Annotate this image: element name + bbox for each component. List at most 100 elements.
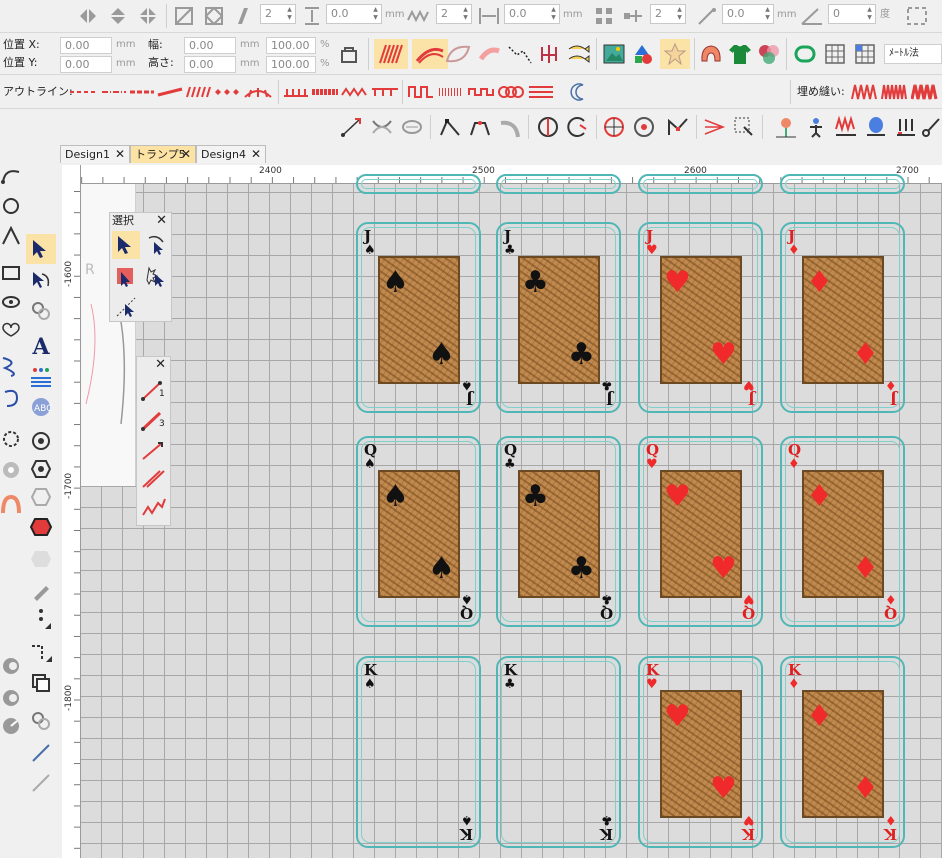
scroll-shape-icon[interactable] bbox=[0, 651, 22, 681]
blanket-stitch-icon[interactable] bbox=[282, 81, 310, 103]
mirror-both-icon[interactable] bbox=[136, 4, 160, 28]
playing-card[interactable]: K ♥ K ♥ ♥ ♥ bbox=[638, 656, 763, 848]
count-spinner-2[interactable]: 2 ▲ ▼ bbox=[436, 4, 472, 24]
dots-tool-icon[interactable] bbox=[26, 604, 56, 634]
ribbon-stitch-icon[interactable] bbox=[526, 81, 556, 103]
scale-width-input[interactable]: 100.00 bbox=[266, 37, 316, 54]
scroll-shape-2-icon[interactable] bbox=[0, 683, 22, 713]
shapes-icon[interactable] bbox=[630, 39, 658, 69]
monogram-icon[interactable]: ABC bbox=[26, 392, 56, 422]
unit-select[interactable]: ﾒｰﾄﾙ法 bbox=[884, 44, 942, 64]
heart-shape-icon[interactable] bbox=[0, 317, 22, 347]
flip-vertical-icon[interactable] bbox=[106, 4, 130, 28]
tab-playing-cards[interactable]: トランプ5 ✕ bbox=[130, 145, 196, 163]
polygon-tool-icon[interactable] bbox=[0, 223, 22, 249]
dashed-select-icon[interactable] bbox=[112, 293, 140, 321]
ring-motif-icon[interactable] bbox=[862, 113, 890, 141]
gear-sheep-icon[interactable] bbox=[0, 423, 22, 453]
wave-stitch-icon[interactable] bbox=[466, 81, 496, 103]
playing-card[interactable]: Q ♣ Q ♣ ♣ ♣ bbox=[496, 436, 621, 627]
close-icon[interactable]: ✕ bbox=[156, 213, 167, 228]
card-partial-top[interactable] bbox=[780, 174, 905, 194]
angle-input[interactable]: 0 ▲ ▼ bbox=[828, 4, 876, 24]
card-partial-top[interactable] bbox=[496, 174, 621, 194]
pen-tool-icon[interactable] bbox=[26, 578, 56, 604]
node-add-icon[interactable] bbox=[466, 113, 494, 141]
scale-height-input[interactable]: 100.00 bbox=[266, 56, 316, 73]
playing-card[interactable]: J ♥ J ♥ ♥ ♥ bbox=[638, 222, 763, 413]
playing-card[interactable]: Q ♠ Q ♠ ♠ ♠ bbox=[356, 436, 481, 627]
leaf-fill-icon[interactable] bbox=[442, 39, 474, 69]
coil-stitch-icon[interactable] bbox=[496, 81, 526, 103]
needle-thread-icon[interactable] bbox=[26, 296, 56, 326]
target-icon[interactable] bbox=[26, 428, 56, 454]
crescent-icon[interactable] bbox=[564, 81, 592, 103]
hexagon-outline-icon[interactable] bbox=[26, 484, 56, 510]
diagonal-spacing-input[interactable]: 0.0 ▲ ▼ bbox=[722, 4, 774, 24]
candlewick-icon[interactable] bbox=[406, 81, 436, 103]
diamond-border-icon[interactable] bbox=[212, 81, 242, 103]
pos-y-input[interactable]: 0.00 bbox=[60, 56, 112, 73]
text-tool-icon[interactable]: A bbox=[26, 332, 56, 362]
pink-applique-icon[interactable] bbox=[0, 491, 22, 521]
reshape-arrow-icon[interactable] bbox=[26, 266, 56, 296]
flower-motif-icon[interactable] bbox=[772, 113, 800, 141]
spiral-shape-icon[interactable] bbox=[0, 383, 22, 413]
playing-card[interactable]: J ♠ J ♠ ♠ ♠ bbox=[356, 222, 481, 413]
cross-stitch-icon[interactable] bbox=[534, 39, 564, 69]
select-arrow-icon[interactable] bbox=[26, 234, 56, 264]
freehand-curve-icon[interactable] bbox=[0, 163, 22, 189]
color-select-icon[interactable] bbox=[112, 263, 140, 291]
measure-icon[interactable] bbox=[0, 711, 22, 741]
auto-select-icon[interactable] bbox=[730, 113, 758, 141]
fan-border-icon[interactable] bbox=[242, 81, 274, 103]
playing-card[interactable]: K ♠ K ♠ bbox=[356, 656, 481, 848]
hexagon-red-icon[interactable] bbox=[26, 514, 56, 540]
card-partial-top[interactable] bbox=[356, 174, 481, 194]
grid-icon[interactable] bbox=[822, 41, 848, 67]
satin-border-icon[interactable] bbox=[184, 81, 212, 103]
spike-motif-icon[interactable] bbox=[892, 113, 920, 141]
satin-stitch-tool-icon[interactable] bbox=[139, 465, 169, 493]
dashed-path-icon[interactable] bbox=[26, 638, 56, 668]
height-input[interactable]: 0.00 bbox=[184, 56, 236, 73]
lock-proportion-icon[interactable] bbox=[336, 42, 362, 66]
shirt-icon[interactable] bbox=[726, 39, 754, 69]
triple-run-icon[interactable] bbox=[100, 81, 128, 103]
array-icon[interactable] bbox=[592, 4, 616, 28]
feather-stitch-icon[interactable] bbox=[310, 81, 340, 103]
slant-icon[interactable] bbox=[232, 4, 256, 28]
star-shape-icon[interactable] bbox=[660, 39, 690, 69]
hexagon-grey-icon[interactable] bbox=[26, 546, 56, 572]
eye-tool-icon[interactable] bbox=[0, 289, 22, 315]
angle-line-icon[interactable] bbox=[664, 113, 692, 141]
layer-tool-icon[interactable] bbox=[26, 668, 56, 698]
circle-array-icon[interactable] bbox=[600, 113, 628, 141]
running-stitch-icon[interactable] bbox=[68, 81, 100, 103]
split-icon[interactable] bbox=[534, 113, 562, 141]
fill-wave-icon[interactable] bbox=[910, 81, 940, 103]
motif-fill-icon[interactable] bbox=[474, 39, 506, 69]
playing-card[interactable]: J ♣ J ♣ ♣ ♣ bbox=[496, 222, 621, 413]
loop-tool-icon[interactable] bbox=[398, 113, 426, 141]
circle-tool-icon[interactable] bbox=[0, 193, 22, 219]
join-icon[interactable] bbox=[564, 113, 592, 141]
cloud-shape-icon[interactable] bbox=[0, 455, 22, 485]
motif-run-icon[interactable] bbox=[436, 81, 466, 103]
hoop-icon[interactable] bbox=[792, 41, 818, 67]
e-stitch-icon[interactable] bbox=[370, 81, 400, 103]
rect-tool-icon[interactable] bbox=[0, 259, 22, 285]
fill-zigzag-icon[interactable] bbox=[850, 81, 880, 103]
scissors-icon[interactable] bbox=[920, 113, 942, 141]
curve-tool-icon[interactable] bbox=[368, 113, 396, 141]
bean-stitch-tool-icon[interactable] bbox=[139, 437, 169, 465]
thread-spool-icon[interactable] bbox=[26, 706, 56, 736]
tab-design4[interactable]: Design4 ✕ bbox=[196, 145, 266, 163]
needle-icon[interactable] bbox=[26, 738, 56, 768]
stipple-icon[interactable] bbox=[504, 39, 536, 69]
pos-x-input[interactable]: 0.00 bbox=[60, 37, 112, 54]
playing-card[interactable]: K ♣ K ♣ bbox=[496, 656, 621, 848]
applique-icon[interactable] bbox=[696, 39, 726, 69]
team-names-icon[interactable] bbox=[26, 362, 56, 392]
magic-select-icon[interactable] bbox=[142, 263, 170, 291]
